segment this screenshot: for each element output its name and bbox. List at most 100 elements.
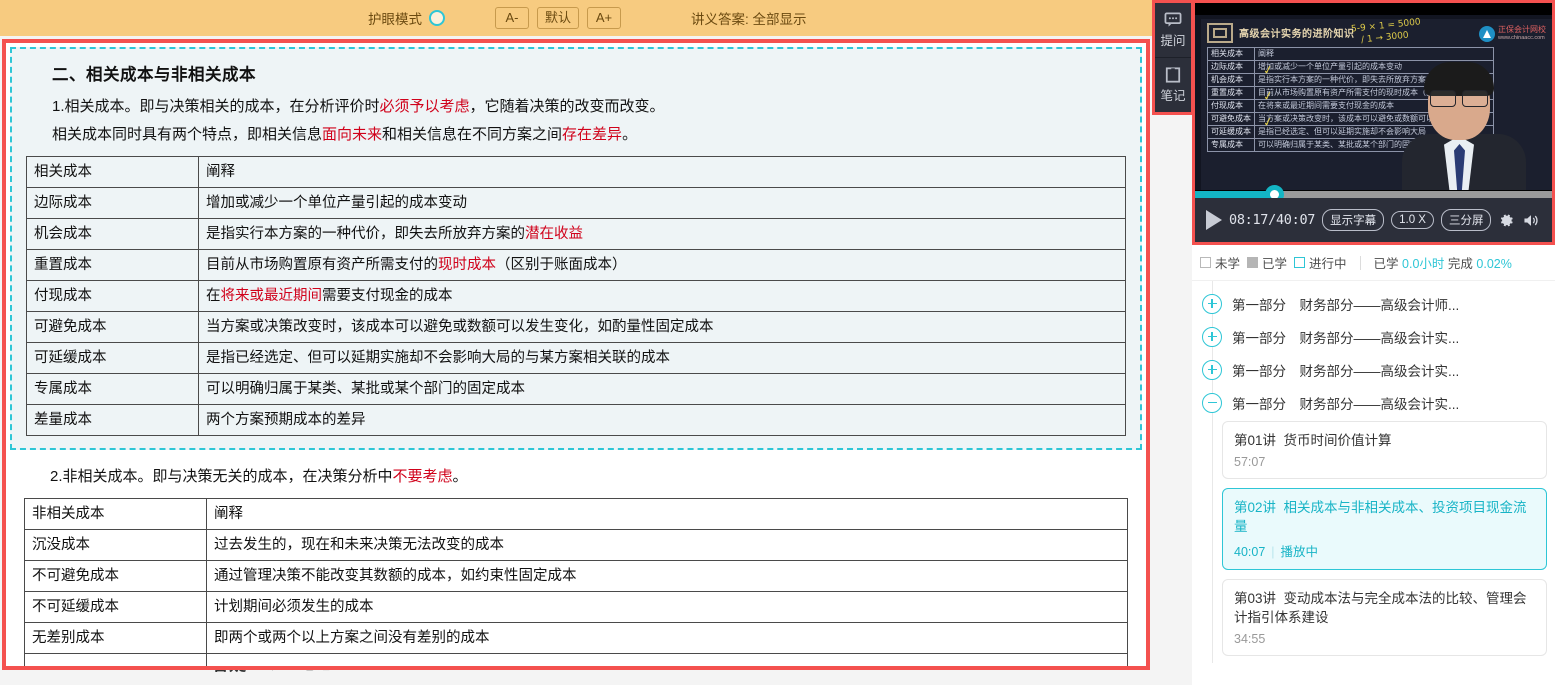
section-title: 二、相关成本与非相关成本 xyxy=(52,66,256,84)
ask-question-label: 提问 xyxy=(1160,33,1186,48)
brand-watermark: 正保会计网校 www.chinaacc.com xyxy=(1479,25,1546,43)
selected-handout-block[interactable]: 二、相关成本与非相关成本 1.相关成本。即与决策相关的成本，在分析评价时必须予以… xyxy=(10,47,1142,450)
font-decrease-button[interactable]: A- xyxy=(495,7,529,29)
lesson-meta: 40:07 | 播放中 xyxy=(1234,541,1535,560)
lesson-number: 第01讲 xyxy=(1234,433,1277,448)
table-row: 专属成本 可以明确归属于某类、某批或某个部门的固定成本 xyxy=(26,373,1126,405)
chapter-item[interactable]: 第一部分 财务部分——高级会计实... xyxy=(1192,320,1555,353)
slide-cell-key: 相关成本 xyxy=(1207,47,1255,61)
layout-mode-button[interactable]: 三分屏 xyxy=(1440,209,1492,231)
chat-bubble-icon xyxy=(1164,11,1182,27)
non-relevant-cost-table: 非相关成本 阐释 沉没成本 过去发生的，现在和未来决策无法改变的成本 不可避免成… xyxy=(24,498,1128,666)
paragraph-1-text: 1.相关成本。即与决策相关的成本，在分析评价时 xyxy=(52,98,380,115)
slide-cell-key: 机会成本 xyxy=(1207,73,1255,87)
table-row: 差量成本 两个方案预期成本的差异 xyxy=(26,404,1126,436)
stats-percent: 0.02% xyxy=(1476,257,1512,271)
lesson-name: 货币时间价值计算 xyxy=(1283,433,1392,448)
table-cell-key xyxy=(24,653,207,666)
table-cell-value: 过去发生的，现在和未来决策无法改变的成本 xyxy=(206,529,1128,561)
brand-url-text: www.chinaacc.com xyxy=(1498,35,1545,41)
stats-hours: 0.0小时 xyxy=(1402,257,1445,271)
font-increase-button[interactable]: A+ xyxy=(587,7,622,29)
playback-speed-button[interactable]: 1.0 X xyxy=(1391,211,1434,229)
chapter-label: 第一部分 财务部分——高级会计实... xyxy=(1232,396,1460,412)
legend-unstudied-label: 未学 xyxy=(1215,257,1241,271)
lesson-item-active[interactable]: 第02讲 相关成本与非相关成本、投资项目现金流量 40:07 | 播放中 xyxy=(1222,488,1547,570)
slide-cell-key: 可避免成本 xyxy=(1207,112,1255,126)
ask-question-button[interactable]: 提问 xyxy=(1155,3,1191,57)
table-cell-value: 目前从市场购置原有资产所需支付的现时成本（区别于账面成本） xyxy=(198,249,1126,281)
meta-divider: | xyxy=(1271,545,1275,559)
slide-cell-value: 阐释 xyxy=(1254,47,1494,61)
toggle-circle-icon[interactable] xyxy=(429,10,445,26)
table-row: 付现成本 在将来或最近期间需要支付现金的成本 xyxy=(26,280,1126,312)
cell-highlight: 现时成本 xyxy=(438,257,496,273)
legend-in-progress: 进行中 xyxy=(1294,253,1347,272)
study-stats: 已学 0.0小时 完成 0.02% xyxy=(1374,253,1512,272)
video-seek-bar[interactable] xyxy=(1195,185,1552,204)
table-cell-key: 不可延缓成本 xyxy=(24,591,207,623)
notes-button[interactable]: 笔记 xyxy=(1155,57,1191,112)
side-tool-strip: 提问 笔记 xyxy=(1152,0,1194,115)
expand-plus-icon[interactable] xyxy=(1202,293,1222,314)
legend-studied: 已学 xyxy=(1247,253,1287,272)
chapter-label: 第一部分 财务部分——高级会计实... xyxy=(1232,363,1460,379)
lecture-slide: 高级会计实务的进阶知识 5-9 × 1 = 5000 / 1 → 3000 相关… xyxy=(1201,17,1552,190)
table-cell-key: 沉没成本 xyxy=(24,529,207,561)
slide-cell-key: 付现成本 xyxy=(1207,99,1255,113)
gear-icon[interactable] xyxy=(1498,212,1515,229)
lesson-duration: 57:07 xyxy=(1234,455,1266,469)
table-row: 沉没成本 过去发生的，现在和未来决策无法改变的成本 xyxy=(24,529,1128,561)
table-cell-value: 增加或减少一个单位产量引起的成本变动 xyxy=(198,187,1126,219)
lesson-status: 播放中 xyxy=(1280,545,1319,559)
video-player[interactable]: 高级会计实务的进阶知识 5-9 × 1 = 5000 / 1 → 3000 相关… xyxy=(1192,0,1555,245)
brand-name-text: 正保会计网校 xyxy=(1498,25,1546,34)
handout-column: 护眼模式 A- 默认 A+ 讲义答案: 全部显示 二、相关成本与非相关成本 1.… xyxy=(0,0,1152,685)
table-row: 重置成本 目前从市场购置原有资产所需支付的现时成本（区别于账面成本） xyxy=(26,249,1126,281)
legend-divider xyxy=(1359,255,1361,270)
lesson-duration: 34:55 xyxy=(1234,632,1266,646)
stats-prefix: 已学 xyxy=(1373,257,1399,271)
table-row: 无差别成本 即两个或两个以上方案之间没有差别的成本 xyxy=(24,622,1128,654)
slide-title: 高级会计实务的进阶知识 xyxy=(1239,29,1355,40)
paragraph-3: 2.非相关成本。即与决策无关的成本，在决策分析中不要考虑。 xyxy=(50,464,1128,490)
lesson-title: 第02讲 相关成本与非相关成本、投资项目现金流量 xyxy=(1234,498,1535,536)
answer-display-mode[interactable]: 讲义答案: 全部显示 xyxy=(691,8,807,28)
collapse-minus-icon[interactable] xyxy=(1202,392,1222,413)
table-row: 可延缓成本 是指已经选定、但可以延期实施却不会影响大局的与某方案相关联的成本 xyxy=(26,342,1126,374)
chapter-item[interactable]: 第一部分 财务部分——高级会计实... xyxy=(1192,353,1555,386)
chapter-item-expanded[interactable]: 第一部分 财务部分——高级会计实... xyxy=(1192,386,1555,419)
cell-highlight: 将来或最近期间 xyxy=(220,288,323,304)
legend-unstudied: 未学 xyxy=(1200,253,1240,272)
expand-plus-icon[interactable] xyxy=(1202,326,1222,347)
table-cell-value: 可以明确归属于某类、某批或某个部门的固定成本 xyxy=(198,373,1126,405)
handout-document: 二、相关成本与非相关成本 1.相关成本。即与决策相关的成本，在分析评价时必须予以… xyxy=(6,43,1146,666)
chapter-label: 第一部分 财务部分——高级会计实... xyxy=(1232,330,1460,346)
expand-plus-icon[interactable] xyxy=(1202,359,1222,380)
chapter-item[interactable]: 第一部分 财务部分——高级会计师... xyxy=(1192,287,1555,320)
handout-red-frame: 二、相关成本与非相关成本 1.相关成本。即与决策相关的成本，在分析评价时必须予以… xyxy=(2,39,1150,670)
studied-swatch-icon xyxy=(1247,257,1259,268)
play-button[interactable] xyxy=(1206,210,1222,230)
slide-ornament-icon xyxy=(1207,23,1233,43)
eye-protection-toggle[interactable]: 护眼模式 xyxy=(368,8,445,28)
table-cell-key: 机会成本 xyxy=(26,218,199,250)
seek-progress-fill xyxy=(1195,191,1274,198)
notebook-icon xyxy=(1165,66,1181,83)
paragraph-3-text: 2.非相关成本。即与决策无关的成本，在决策分析中 xyxy=(50,468,393,485)
brand-name: 正保会计网校 www.chinaacc.com xyxy=(1498,25,1546,43)
slide-cell-key: 边际成本 xyxy=(1207,60,1255,74)
volume-icon[interactable] xyxy=(1522,212,1540,229)
lecturer-video-overlay xyxy=(1398,62,1530,190)
table-row: 机会成本 是指实行本方案的一种代价，即失去所放弃方案的潜在收益 xyxy=(26,218,1126,250)
table-row xyxy=(24,653,1128,666)
lesson-item[interactable]: 第01讲 货币时间价值计算 57:07 xyxy=(1222,421,1547,479)
table-row: 相关成本 阐释 xyxy=(1207,47,1494,61)
video-stage[interactable]: 高级会计实务的进阶知识 5-9 × 1 = 5000 / 1 → 3000 相关… xyxy=(1195,15,1552,190)
paragraph-3-tail: 。 xyxy=(452,468,468,485)
subtitle-button[interactable]: 显示字幕 xyxy=(1322,209,1385,231)
lesson-duration: 40:07 xyxy=(1234,545,1266,559)
font-default-button[interactable]: 默认 xyxy=(537,7,580,29)
lecturer-glasses-icon xyxy=(1430,90,1488,107)
lesson-item[interactable]: 第03讲 变动成本法与完全成本法的比较、管理会计指引体系建设 34:55 xyxy=(1222,579,1547,656)
